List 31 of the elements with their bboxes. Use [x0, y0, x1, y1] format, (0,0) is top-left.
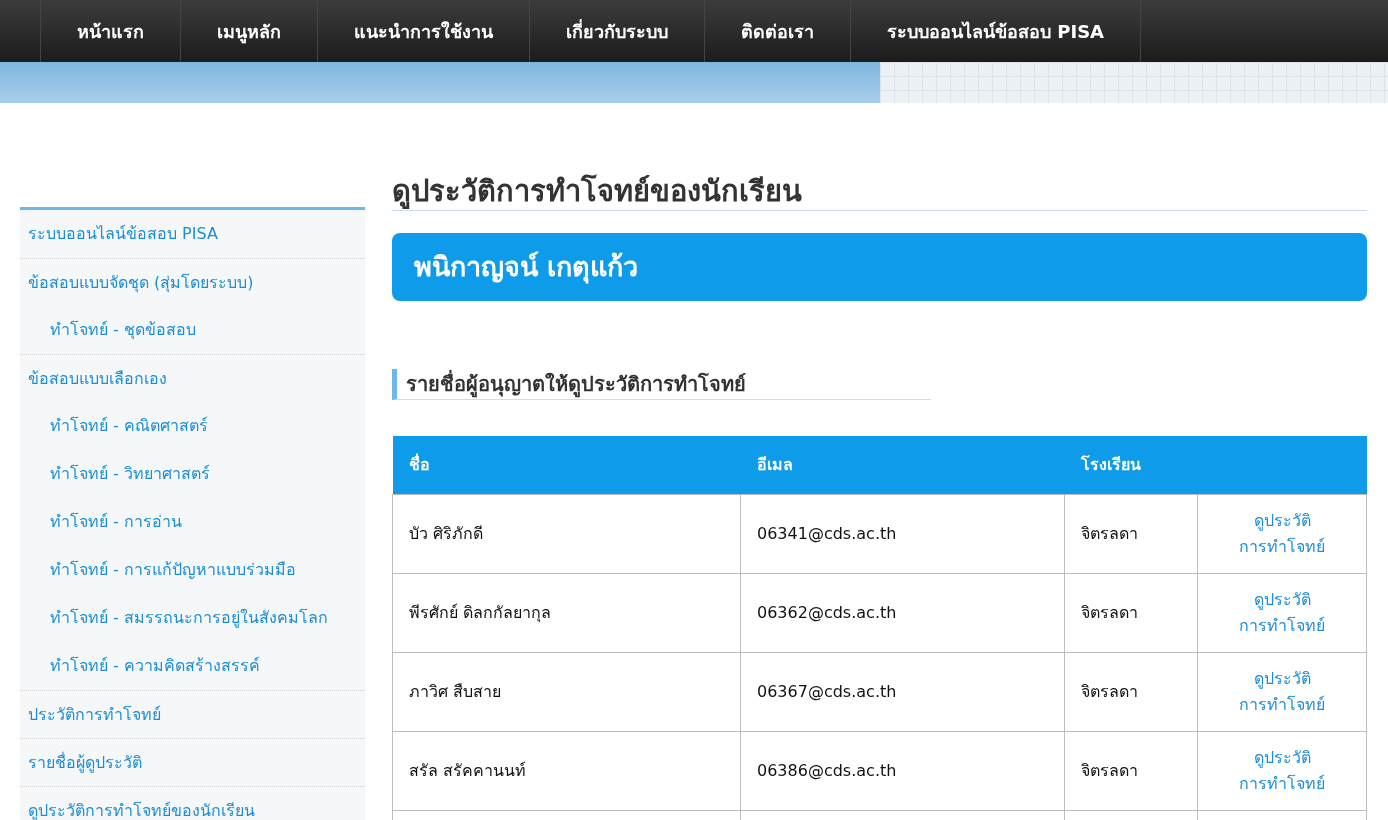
- table-cell: จิตรลดา: [1064, 494, 1198, 573]
- column-header: ชื่อ: [392, 436, 741, 494]
- table-cell: 06341@cds.ac.th: [740, 494, 1065, 573]
- sidebar-link[interactable]: ทำโจทย์ - คณิตศาสตร์: [20, 402, 365, 450]
- table-cell: 06386@cds.ac.th: [740, 731, 1065, 810]
- table-cell: ภาวิศ สืบสาย: [392, 652, 741, 731]
- sidebar-link[interactable]: ข้อสอบแบบเลือกเอง: [20, 354, 365, 402]
- table-cell: 06362@cds.ac.th: [740, 573, 1065, 652]
- table-cell: จิตรลดา: [1064, 731, 1198, 810]
- table-cell: สรัล สรัคคานนท์: [392, 731, 741, 810]
- column-header: โรงเรียน: [1064, 436, 1198, 494]
- student-name: พนิกาญจน์ เกตุแก้ว: [414, 249, 639, 286]
- table-cell: พีรศักย์ ดิลกกัลยากุล: [392, 573, 741, 652]
- sidebar-link[interactable]: ข้อสอบแบบจัดชุด (สุ่มโดยระบบ): [20, 258, 365, 306]
- sidebar-link[interactable]: รายชื่อผู้ดูประวัติ: [20, 738, 365, 786]
- table-cell: 06367@cds.ac.th: [740, 652, 1065, 731]
- sidebar-link[interactable]: ทำโจทย์ - ชุดข้อสอบ: [20, 306, 365, 354]
- table-cell: จิตรลดา: [1064, 573, 1198, 652]
- table-cell: จิตรลดา: [1064, 652, 1198, 731]
- table-cell: บัว ศิริภักดี: [392, 494, 741, 573]
- page-title: ดูประวัติการทำโจทย์ของนักเรียน: [392, 173, 1367, 211]
- sidebar-link[interactable]: ทำโจทย์ - วิทยาศาสตร์: [20, 450, 365, 498]
- sidebar-link[interactable]: ทำโจทย์ - การอ่าน: [20, 498, 365, 546]
- column-header: อีเมล: [740, 436, 1065, 494]
- sidebar-link[interactable]: ดูประวัติการทำโจทย์ของนักเรียน: [20, 786, 365, 820]
- sidebar-link[interactable]: ทำโจทย์ - การแก้ปัญหาแบบร่วมมือ: [20, 546, 365, 594]
- sidebar-link[interactable]: ระบบออนไลน์ข้อสอบ PISA: [20, 210, 365, 258]
- sidebar-link[interactable]: ประวัติการทำโจทย์: [20, 690, 365, 738]
- section-heading: รายชื่อผู้อนุญาตให้ดูประวัติการทำโจทย์: [392, 369, 931, 400]
- sidebar-link[interactable]: ทำโจทย์ - ความคิดสร้างสรรค์: [20, 642, 365, 690]
- sidebar-link[interactable]: ทำโจทย์ - สมรรถนะการอยู่ในสังคมโลก: [20, 594, 365, 642]
